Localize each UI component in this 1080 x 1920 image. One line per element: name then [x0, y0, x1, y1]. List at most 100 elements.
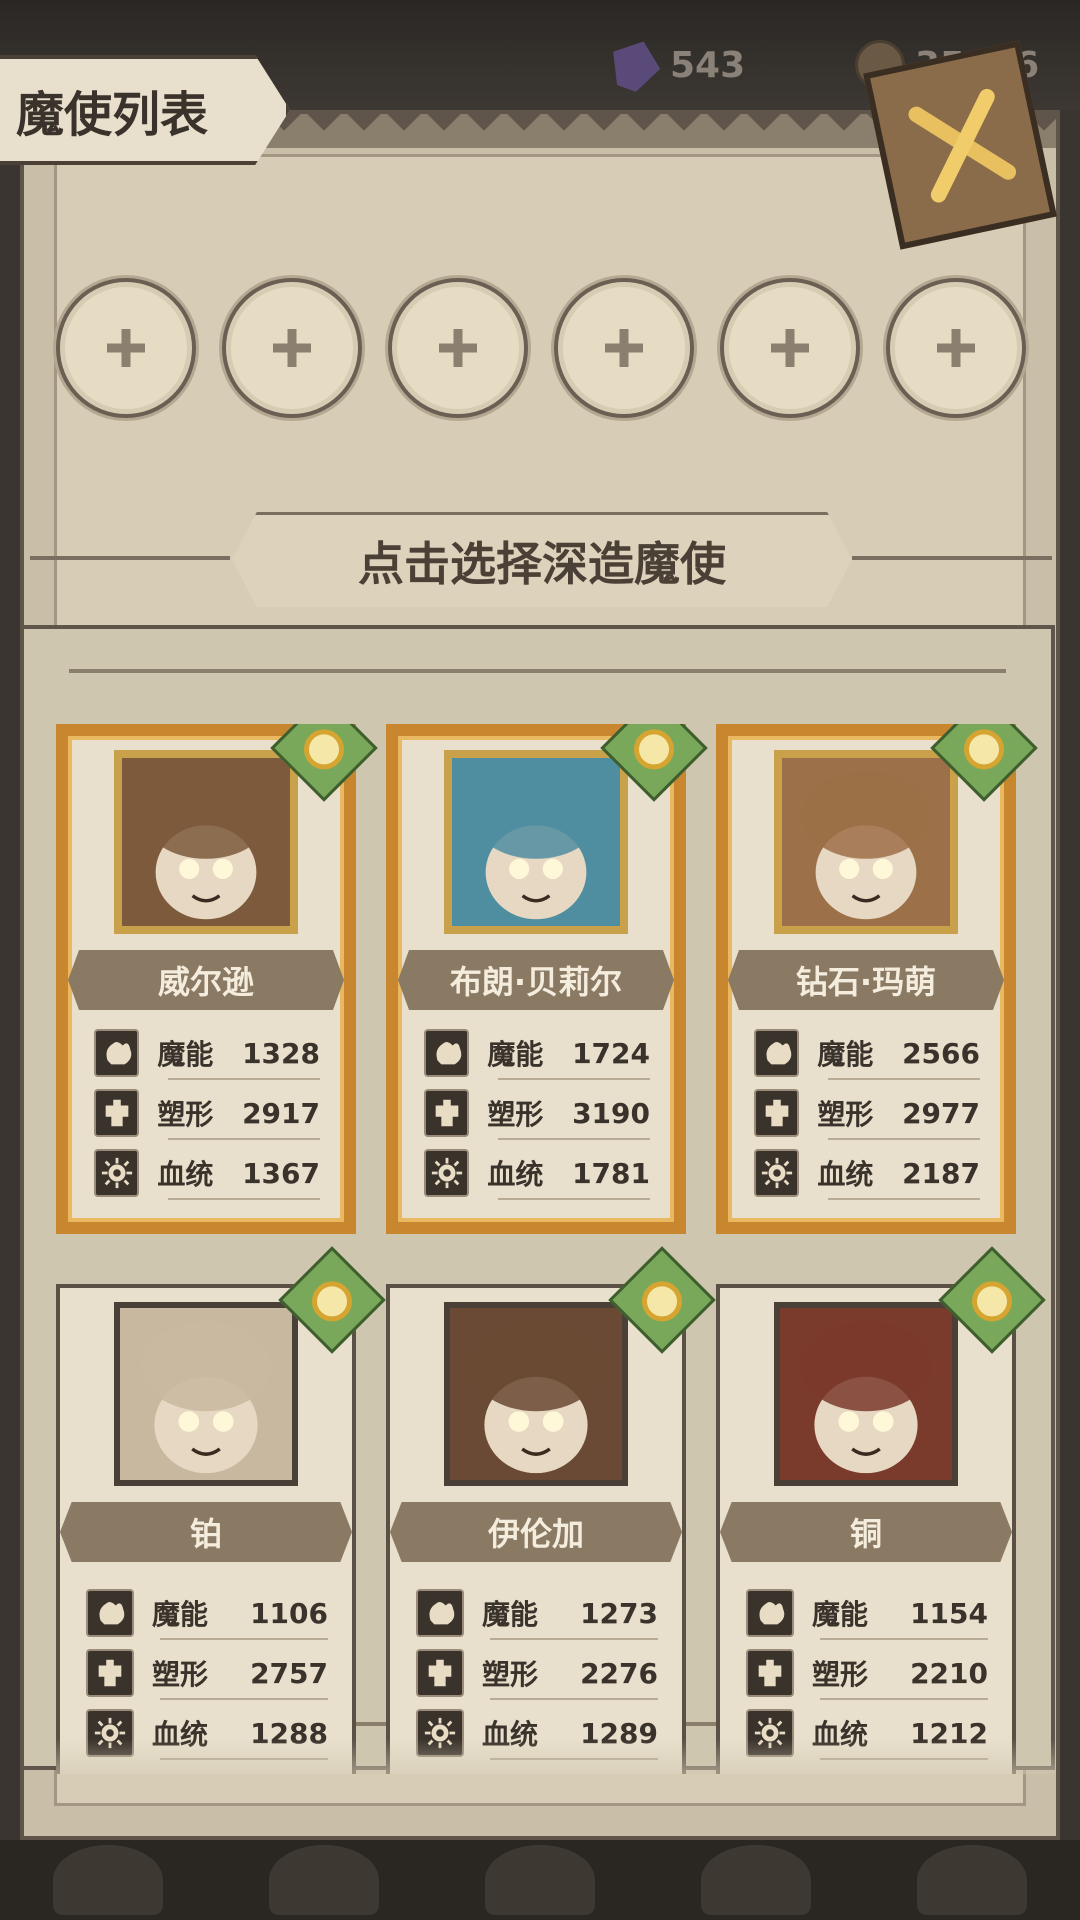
- character-card[interactable]: 钻石·玛萌 魔能 2566 塑形 2977 血统 2187: [716, 724, 1038, 1234]
- divider-right: [852, 556, 1052, 560]
- magnifier-icon: [312, 1281, 352, 1322]
- nav-icon[interactable]: [917, 1845, 1027, 1915]
- stat-underline: [828, 1138, 980, 1140]
- stat-row-shape: 塑形 2210: [746, 1646, 988, 1700]
- stat-value: 2566: [902, 1036, 980, 1070]
- stat-underline: [498, 1138, 650, 1140]
- shape-stat-icon: [94, 1089, 140, 1137]
- gem-icon: [603, 33, 667, 97]
- character-portrait: [774, 750, 958, 934]
- stat-underline: [490, 1698, 658, 1700]
- stat-underline: [160, 1698, 328, 1700]
- stat-label: 魔能: [487, 1038, 544, 1071]
- stat-value: 3190: [572, 1096, 650, 1130]
- empty-slot[interactable]: [720, 278, 860, 418]
- stat-value: 2917: [242, 1096, 320, 1130]
- stat-row-magic: 魔能 1273: [416, 1586, 658, 1640]
- character-grid: 威尔逊 魔能 1328 塑形 2917 血统 1367 布朗·贝莉尔 魔能 17…: [56, 724, 1056, 1774]
- plus-icon: [937, 329, 975, 367]
- empty-slot[interactable]: [554, 278, 694, 418]
- stat-label: 塑形: [812, 1658, 869, 1691]
- stat-underline: [490, 1638, 658, 1640]
- stat-row-blood: 血统 1367: [94, 1146, 320, 1200]
- stat-value: 1367: [242, 1156, 320, 1190]
- stat-value: 2757: [250, 1656, 328, 1690]
- stat-row-blood: 血统 2187: [754, 1146, 980, 1200]
- divider-left: [30, 556, 230, 560]
- portrait-art: [782, 758, 950, 926]
- portrait-art: [450, 1308, 622, 1480]
- stat-value: 1106: [250, 1596, 328, 1630]
- magic-stat-icon: [746, 1589, 794, 1637]
- empty-slot[interactable]: [222, 278, 362, 418]
- stat-label: 血统: [157, 1158, 214, 1191]
- character-name: 铜: [720, 1502, 1012, 1562]
- stat-label: 魔能: [812, 1598, 869, 1631]
- gem-counter: 543: [610, 40, 745, 90]
- magic-stat-icon: [754, 1029, 800, 1077]
- stat-row-shape: 塑形 3190: [424, 1086, 650, 1140]
- nav-icon[interactable]: [485, 1845, 595, 1915]
- stat-row-magic: 魔能 1106: [86, 1586, 328, 1640]
- character-name: 布朗·贝莉尔: [398, 950, 674, 1010]
- portrait-art: [122, 758, 290, 926]
- stat-label: 魔能: [482, 1598, 539, 1631]
- stat-label: 魔能: [817, 1038, 874, 1071]
- stat-label: 塑形: [487, 1098, 544, 1131]
- stat-row-shape: 塑形 2757: [86, 1646, 328, 1700]
- character-card[interactable]: 布朗·贝莉尔 魔能 1724 塑形 3190 血统 1781: [386, 724, 708, 1234]
- portrait-art: [452, 758, 620, 926]
- character-portrait: [114, 750, 298, 934]
- magnifier-icon: [642, 1281, 682, 1322]
- stat-row-magic: 魔能 1328: [94, 1026, 320, 1080]
- empty-slot[interactable]: [886, 278, 1026, 418]
- character-card[interactable]: 铜 魔能 1154 塑形 2210 血统 1212: [716, 1246, 1046, 1774]
- stat-value: 1273: [580, 1596, 658, 1630]
- blood-stat-icon: [424, 1149, 470, 1197]
- nav-icon[interactable]: [53, 1845, 163, 1915]
- stat-underline: [498, 1198, 650, 1200]
- stat-label: 魔能: [157, 1038, 214, 1071]
- magnifier-icon: [964, 729, 1004, 770]
- character-card[interactable]: 铂 魔能 1106 塑形 2757 血统 1288: [56, 1246, 386, 1774]
- plus-icon: [273, 329, 311, 367]
- stat-underline: [168, 1078, 320, 1080]
- blood-stat-icon: [94, 1149, 140, 1197]
- shape-stat-icon: [416, 1649, 464, 1697]
- empty-slot[interactable]: [56, 278, 196, 418]
- magic-stat-icon: [416, 1589, 464, 1637]
- plus-icon: [605, 329, 643, 367]
- character-portrait: [444, 1302, 628, 1486]
- stat-value: 2276: [580, 1656, 658, 1690]
- stat-value: 2977: [902, 1096, 980, 1130]
- stat-row-magic: 魔能 1154: [746, 1586, 988, 1640]
- stat-label: 塑形: [482, 1658, 539, 1691]
- character-portrait: [444, 750, 628, 934]
- stat-value: 1328: [242, 1036, 320, 1070]
- stat-underline: [160, 1638, 328, 1640]
- nav-icon[interactable]: [269, 1845, 379, 1915]
- empty-slot[interactable]: [388, 278, 528, 418]
- character-name: 铂: [60, 1502, 352, 1562]
- magnifier-icon: [972, 1281, 1012, 1322]
- nav-icon[interactable]: [701, 1845, 811, 1915]
- character-card[interactable]: 威尔逊 魔能 1328 塑形 2917 血统 1367: [56, 724, 378, 1234]
- stat-row-blood: 血统 1781: [424, 1146, 650, 1200]
- blood-stat-icon: [754, 1149, 800, 1197]
- character-card[interactable]: 伊伦加 魔能 1273 塑形 2276 血统 1289: [386, 1246, 716, 1774]
- stat-row-shape: 塑形 2977: [754, 1086, 980, 1140]
- plus-icon: [439, 329, 477, 367]
- character-portrait: [114, 1302, 298, 1486]
- character-name: 威尔逊: [68, 950, 344, 1010]
- stat-row-magic: 魔能 2566: [754, 1026, 980, 1080]
- stat-value: 2210: [910, 1656, 988, 1690]
- shape-stat-icon: [424, 1089, 470, 1137]
- selected-slots-row: [56, 278, 1026, 418]
- magnifier-icon: [304, 729, 344, 770]
- magic-stat-icon: [86, 1589, 134, 1637]
- scroll-fade: [56, 1739, 1056, 1774]
- magic-stat-icon: [94, 1029, 140, 1077]
- plus-icon: [771, 329, 809, 367]
- stat-row-magic: 魔能 1724: [424, 1026, 650, 1080]
- stat-underline: [820, 1698, 988, 1700]
